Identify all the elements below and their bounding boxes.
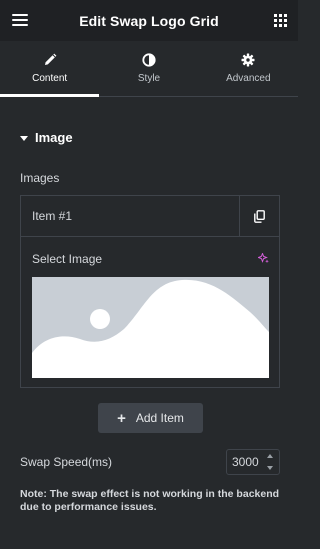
repeater-item-title[interactable]: Item #1 [32, 209, 239, 223]
section-image-toggle[interactable]: Image [20, 130, 73, 145]
duplicate-button[interactable] [239, 196, 279, 236]
swap-speed-stepper[interactable] [266, 454, 274, 470]
grid-icon[interactable] [274, 14, 287, 27]
section-title: Image [35, 130, 73, 145]
copy-icon [254, 209, 265, 223]
images-label: Images [20, 171, 60, 185]
hamburger-icon[interactable] [12, 14, 28, 26]
stepper-up-icon [267, 454, 273, 458]
tab-style-label: Style [137, 73, 161, 84]
performance-note: Note: The swap effect is not working in … [20, 488, 280, 513]
tab-advanced[interactable]: Advanced [199, 41, 298, 96]
panel-title: Edit Swap Logo Grid [79, 12, 219, 29]
editor-header: Edit Swap Logo Grid [0, 0, 298, 41]
caret-down-icon [20, 135, 28, 141]
select-image-label: Select Image [32, 252, 103, 266]
images-repeater: Item #1 Select Image [20, 195, 280, 388]
gear-icon [241, 53, 255, 67]
tab-content[interactable]: Content [0, 41, 100, 97]
tab-content-label: Content [32, 73, 68, 84]
panel-tabs: Content Style Advanced [0, 41, 298, 97]
sparkle-icon[interactable] [258, 253, 269, 264]
tab-style[interactable]: Style [99, 41, 198, 96]
add-item-label: Add Item [135, 411, 184, 425]
add-item-button[interactable]: + Add Item [98, 403, 203, 433]
plus-icon: + [117, 409, 126, 427]
image-placeholder-illustration [32, 277, 269, 378]
repeater-item-header: Item #1 [21, 196, 279, 237]
pencil-icon [44, 53, 57, 65]
swap-speed-label: Swap Speed(ms) [20, 455, 113, 469]
image-placeholder[interactable] [32, 277, 269, 378]
stepper-down-icon [267, 466, 273, 470]
tab-advanced-label: Advanced [226, 73, 271, 84]
half-circle-icon [142, 53, 156, 67]
